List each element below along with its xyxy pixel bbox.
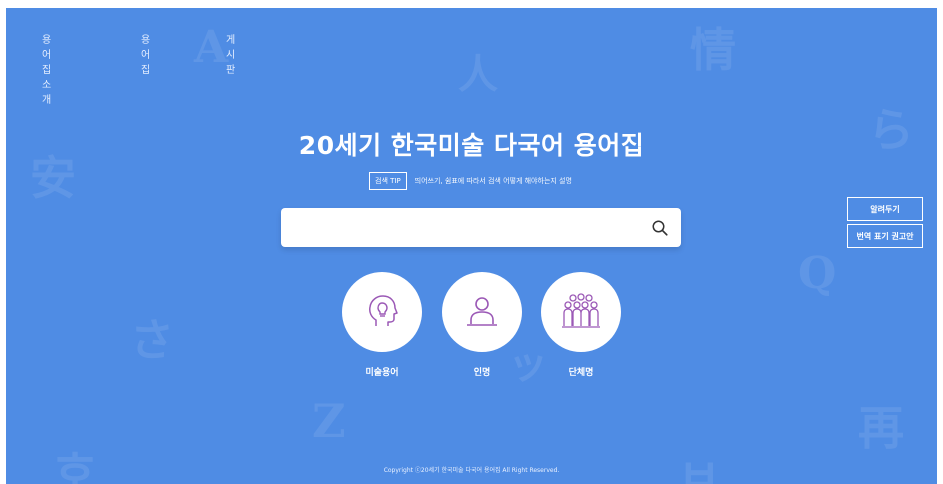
bg-glyph-z: Z (312, 394, 346, 448)
bg-glyph-a: A (194, 22, 229, 73)
bg-glyph-jae: 再 (858, 401, 904, 455)
nav-item-board[interactable]: 게시판 (226, 31, 235, 76)
head-lightbulb-icon (369, 295, 398, 326)
group-icon (562, 293, 600, 328)
main-frame: A 人 情 ら 安 Q さ ッ Z 再 호 ㅂ 용어집 소개 용어집 게시판 2… (6, 8, 937, 484)
category-persons-circle[interactable] (442, 272, 522, 352)
footer-copyright: Copyright ⓒ20세기 한국미술 다국어 용어집 All Right R… (383, 467, 560, 474)
bg-glyph-hyeon: 호 (54, 447, 97, 484)
category-art-terms-circle[interactable] (342, 272, 422, 352)
page-title: 20세기 한국미술 다국어 용어집 (298, 131, 645, 160)
translation-guide-button[interactable]: 번역 표기 권고안 (847, 224, 923, 248)
bg-glyph-sa: さ (130, 315, 174, 366)
nav-item-glossary[interactable]: 용어집 (141, 31, 150, 76)
search-icon[interactable] (651, 219, 669, 237)
notice-button[interactable]: 알려두기 (847, 197, 923, 221)
category-art-terms-label: 미술용어 (365, 368, 399, 378)
search-tip-badge[interactable]: 검색 TIP (369, 172, 407, 190)
category-groups-label: 단체명 (568, 368, 594, 378)
person-icon (467, 297, 497, 326)
category-groups[interactable]: 단체명 (541, 272, 621, 378)
search-tip-row: 검색 TIP 띄어쓰기, 쉼표에 따라서 검색 어떻게 해야하는지 설명 (369, 172, 572, 190)
bg-glyph-q: Q (798, 248, 837, 299)
nav-item-intro[interactable]: 용어집 소개 (42, 31, 51, 106)
bg-glyph-person: 人 (458, 51, 498, 98)
category-persons-label: 인명 (473, 368, 491, 378)
category-persons[interactable]: 인명 (442, 272, 522, 378)
category-groups-circle[interactable] (541, 272, 621, 352)
category-art-terms[interactable]: 미술용어 (342, 272, 422, 378)
search-tip-text: 띄어쓰기, 쉼표에 따라서 검색 어떻게 해야하는지 설명 (414, 177, 572, 185)
search-box (281, 208, 681, 247)
bg-glyph-eup: ㅂ (678, 449, 721, 484)
bg-glyph-jeong: 情 (690, 23, 736, 77)
search-input[interactable] (295, 208, 639, 247)
